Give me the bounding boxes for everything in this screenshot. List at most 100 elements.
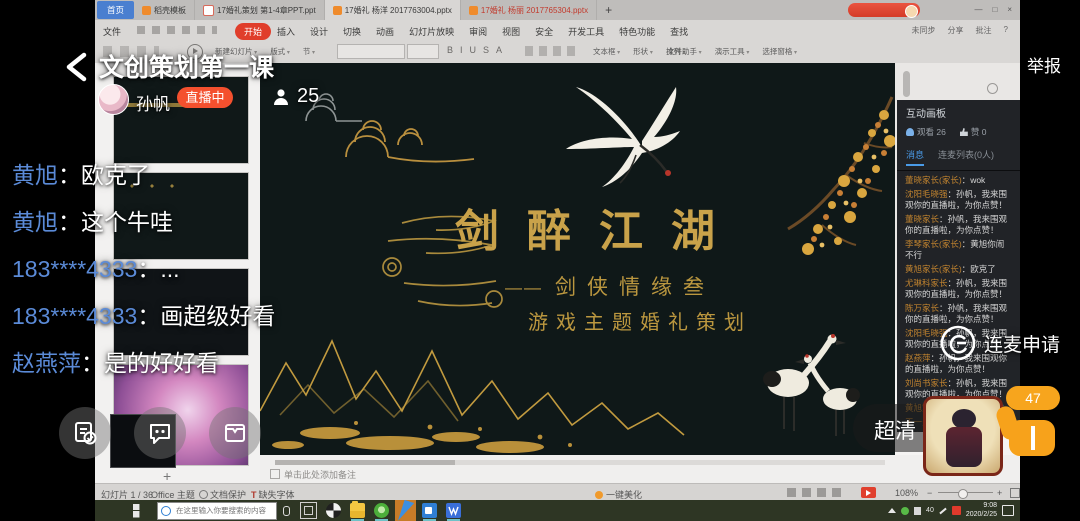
tray-wps-icon[interactable]: [952, 506, 961, 515]
wps-document-tab[interactable]: 17婚礼策划 第1-4章PPT.ppt: [195, 0, 325, 20]
green-app-icon[interactable]: [374, 503, 389, 518]
zoom-slider[interactable]: [938, 492, 993, 493]
menu-item[interactable]: 开发工具: [568, 25, 604, 38]
panel-message: 尤琳科家长：孙帆，我来围观你的直播啦，为你点赞！: [905, 278, 1012, 300]
toolbar-button[interactable]: 选择窗格: [762, 46, 797, 57]
window-control-button[interactable]: ×: [1007, 0, 1012, 20]
tray-network-icon[interactable]: [914, 507, 921, 515]
toolbar-button[interactable]: 文件助手: [667, 46, 702, 57]
back-icon[interactable]: [63, 52, 89, 82]
quick-access-toolbar-icons[interactable]: [137, 26, 217, 34]
tray-green-icon[interactable]: [901, 507, 909, 515]
menu-item[interactable]: 插入: [277, 25, 295, 38]
menu-item[interactable]: 幻灯片放映: [409, 25, 454, 38]
fit-window-button[interactable]: [1010, 488, 1020, 498]
mic-icon[interactable]: [283, 506, 290, 516]
chat-button[interactable]: [134, 407, 186, 459]
pinwheel-app-icon[interactable]: [326, 503, 341, 518]
wps-menu-bar: 文件 开始 插入 设计 切换 动画 幻灯片放映 审阅 视图 安全 开发工具 特色功能 查找 未同步 分…: [95, 20, 1020, 40]
wps-document-tab[interactable]: 17婚礼 杨丽 2017765304.pptx: [461, 0, 597, 20]
format-button[interactable]: B: [447, 45, 453, 55]
document-icon: [142, 6, 151, 15]
chat-username[interactable]: 黄旭: [12, 162, 58, 188]
panel-text: wok: [970, 175, 985, 185]
ribbon-right-item[interactable]: 未同步: [912, 25, 936, 36]
add-slide-button[interactable]: +: [163, 468, 171, 484]
board-button[interactable]: [209, 407, 261, 459]
chat-username[interactable]: 183****4333: [12, 303, 137, 329]
streamer-avatar[interactable]: [98, 84, 129, 115]
courseware-button[interactable]: [59, 407, 111, 459]
zoom-in-button[interactable]: +: [997, 488, 1002, 498]
search-input[interactable]: [174, 505, 274, 516]
wps-home-tab[interactable]: 首页: [97, 1, 134, 19]
ribbon-right-item[interactable]: ?: [1004, 25, 1008, 36]
wps-tab-bar: 首页 稻壳模板 17婚礼策划 第1-4章PPT.ppt 17婚礼 杨洋 2017…: [95, 0, 1020, 20]
zoom-slider-knob[interactable]: [958, 489, 968, 499]
start-button[interactable]: [133, 504, 147, 518]
menu-item[interactable]: 视图: [502, 25, 520, 38]
clock[interactable]: 9:082020/2/25: [966, 502, 997, 519]
format-button[interactable]: U: [470, 45, 477, 55]
menu-item[interactable]: 特色功能: [619, 25, 655, 38]
wps-app-icon[interactable]: [446, 503, 461, 518]
file-explorer-icon[interactable]: [350, 503, 365, 518]
gear-icon[interactable]: [987, 83, 998, 94]
tray-expand-icon[interactable]: [888, 508, 896, 513]
window-control-button[interactable]: —: [974, 0, 982, 20]
menu-item[interactable]: 审阅: [469, 25, 487, 38]
notification-center-icon[interactable]: [1002, 505, 1014, 516]
mic-request-button[interactable]: 连麦申请: [984, 330, 1060, 357]
chat-colon: ：: [58, 162, 81, 188]
tab-mic-list[interactable]: 连麦列表(0人): [938, 148, 994, 166]
alignment-icons[interactable]: [525, 46, 579, 56]
pointer-app-icon-active[interactable]: [395, 500, 416, 521]
format-button[interactable]: S: [483, 45, 489, 55]
menu-item[interactable]: 查找: [670, 25, 688, 38]
chat-username[interactable]: 黄旭: [12, 209, 58, 235]
font-family-select[interactable]: [337, 44, 405, 59]
format-button[interactable]: A: [496, 45, 502, 55]
toolbar-button[interactable]: 文本框: [593, 46, 620, 57]
mic-request-icon[interactable]: [936, 321, 980, 365]
panel-message-list[interactable]: 董晓家长(家长)：wok沈阳毛晓强：孙帆，我来围观你的直播啦，为你点赞！董晓家长…: [897, 171, 1020, 432]
horizontal-scrollbar[interactable]: [275, 460, 885, 465]
tray-pen-icon[interactable]: [939, 507, 946, 514]
task-view-icon[interactable]: [300, 502, 317, 519]
wps-document-tab[interactable]: 稻壳模板: [134, 0, 195, 20]
chat-username[interactable]: 赵燕萍: [12, 350, 81, 376]
zoom-out-button[interactable]: −: [927, 488, 932, 498]
menu-item[interactable]: 动画: [376, 25, 394, 38]
menu-file[interactable]: 文件: [103, 25, 121, 38]
panel-message: 黄旭家长(家长)：欧克了: [905, 264, 1012, 275]
report-button[interactable]: 举报: [1027, 52, 1061, 77]
slideshow-play-button[interactable]: [861, 487, 876, 498]
new-tab-button[interactable]: +: [597, 3, 620, 17]
promo-pill[interactable]: [848, 3, 920, 17]
wps-document-tab[interactable]: 17婚礼 杨洋 2017763004.pptx: [325, 0, 461, 20]
notes-placeholder[interactable]: 单击此处添加备注: [284, 468, 356, 481]
slide-decorations: [260, 63, 895, 455]
view-mode-icons[interactable]: [787, 488, 843, 497]
format-button[interactable]: I: [460, 45, 463, 55]
menu-item[interactable]: 切换: [343, 25, 361, 38]
panel-username: 黄旭家长(家长): [905, 264, 962, 274]
toolbar-button[interactable]: 节: [303, 46, 315, 57]
tray-indicator: 40: [926, 507, 934, 514]
menu-item[interactable]: 设计: [310, 25, 328, 38]
video-app-icon[interactable]: [422, 503, 437, 518]
window-controls: — □ ×: [974, 0, 1012, 20]
vertical-scrollbar[interactable]: [903, 71, 910, 97]
chat-username[interactable]: 183****4333: [12, 256, 137, 282]
panel-username: 董晓家长(家长): [905, 175, 962, 185]
window-control-button[interactable]: □: [992, 0, 997, 20]
menu-item[interactable]: 安全: [535, 25, 553, 38]
tab-messages[interactable]: 消息: [906, 148, 924, 166]
font-size-select[interactable]: [407, 44, 439, 59]
ribbon-right-item[interactable]: 批注: [976, 25, 992, 36]
like-gift-icon[interactable]: [993, 404, 1063, 460]
ribbon-right-item[interactable]: 分享: [948, 25, 964, 36]
toolbar-button[interactable]: 形状: [633, 46, 653, 57]
toolbar-button[interactable]: 演示工具: [715, 46, 750, 57]
menu-start[interactable]: 开始: [235, 23, 271, 40]
